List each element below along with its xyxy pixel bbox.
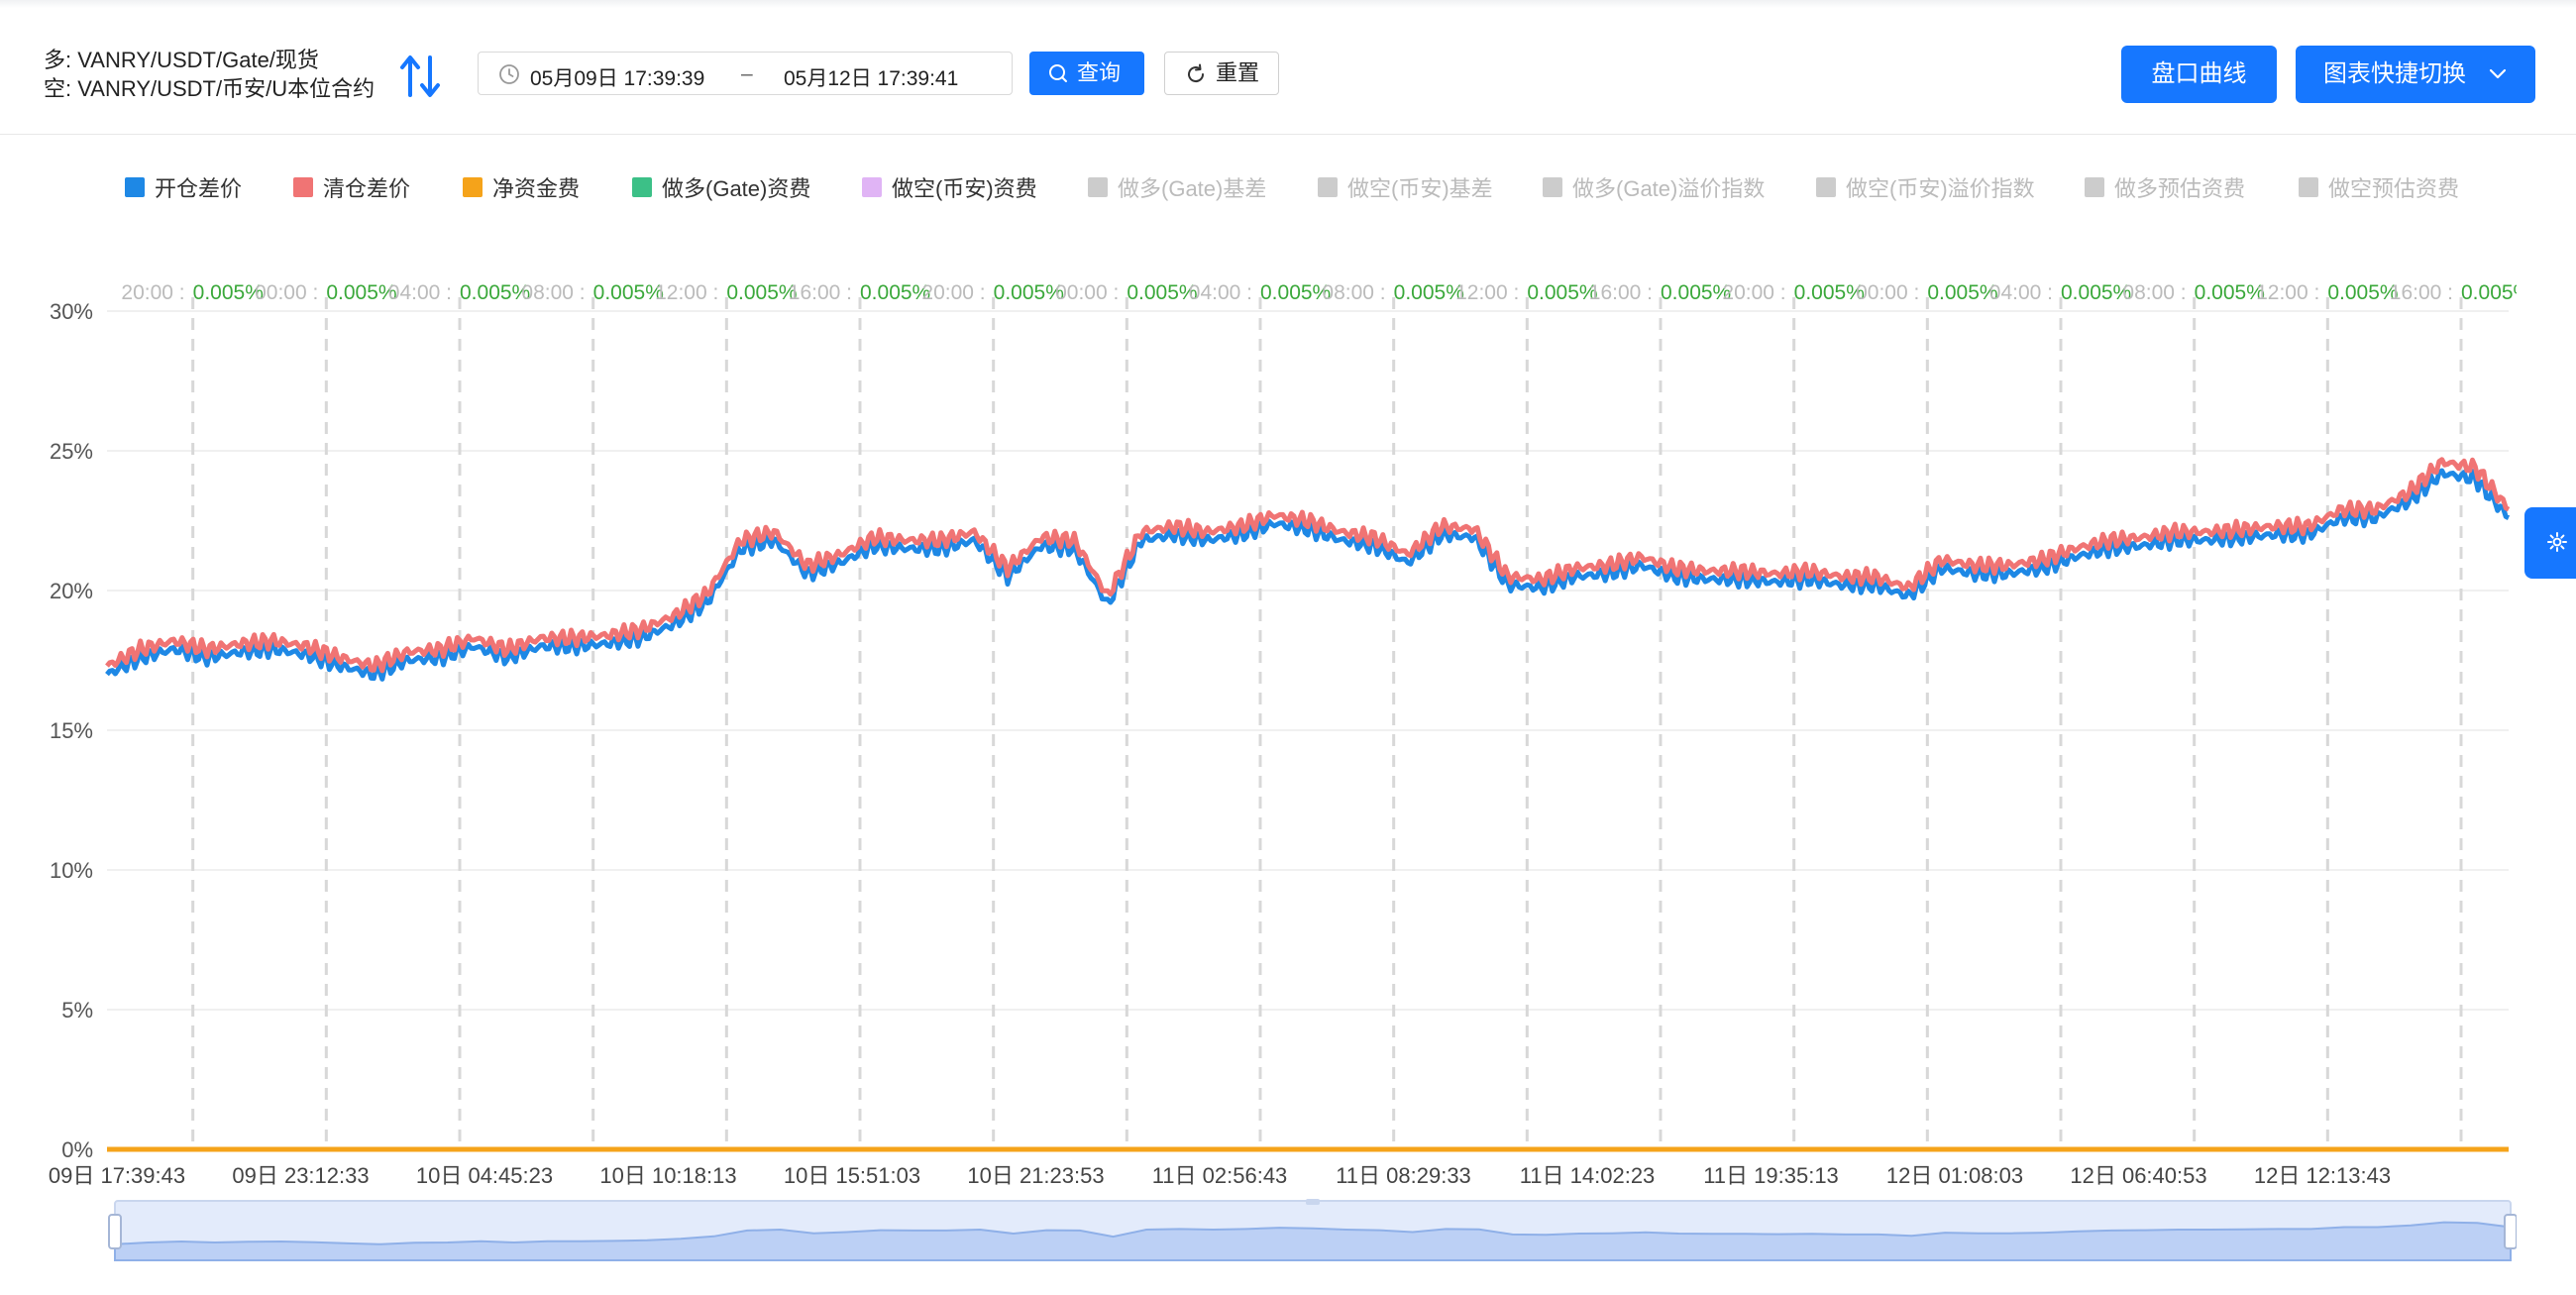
funding-time-label: 12:00 : — [655, 281, 718, 304]
funding-rate-label: 0.005% — [860, 281, 930, 304]
series-line — [105, 468, 2511, 682]
x-tick-label: 10日 15:51:03 — [784, 1163, 920, 1188]
funding-rate-label: 0.005% — [1661, 281, 1731, 304]
x-tick-label: 11日 14:02:23 — [1520, 1163, 1656, 1188]
funding-time-label: 00:00 : — [1055, 281, 1119, 304]
y-tick-label: 30% — [50, 299, 93, 324]
funding-time-label: 12:00 : — [2256, 281, 2319, 304]
x-tick-label: 12日 12:13:43 — [2254, 1163, 2391, 1188]
funding-rate-label: 0.005% — [460, 281, 530, 304]
y-tick-label: 20% — [50, 579, 93, 603]
funding-rate-label: 0.005% — [1527, 281, 1597, 304]
x-tick-label: 10日 21:23:53 — [967, 1163, 1104, 1188]
y-tick-label: 25% — [50, 439, 93, 464]
zoom-handle-left[interactable] — [108, 1214, 122, 1249]
funding-rate-label: 0.005% — [2195, 281, 2265, 304]
funding-time-label: 00:00 : — [1856, 281, 1919, 304]
x-tick-label: 11日 19:35:13 — [1703, 1163, 1839, 1188]
funding-rate-label: 0.005% — [326, 281, 396, 304]
y-tick-label: 5% — [61, 998, 93, 1023]
funding-time-label: 20:00 : — [121, 281, 184, 304]
x-tick-label: 10日 04:45:23 — [416, 1163, 553, 1188]
funding-rate-label: 0.005% — [2061, 281, 2131, 304]
chart: 0%5%10%15%20%25%30%20:00 : 0.005%00:00 :… — [49, 281, 2517, 1261]
funding-rate-label: 0.005% — [726, 281, 797, 304]
x-tick-label: 10日 10:18:13 — [599, 1163, 736, 1188]
zoom-handle-right[interactable] — [2504, 1214, 2517, 1249]
zoom-drag-handle[interactable] — [1306, 1199, 1320, 1205]
funding-time-label: 16:00 : — [789, 281, 852, 304]
x-tick-label: 11日 08:29:33 — [1336, 1163, 1471, 1188]
y-tick-label: 0% — [61, 1137, 93, 1162]
x-tick-label: 09日 23:12:33 — [232, 1163, 369, 1188]
funding-time-label: 20:00 : — [921, 281, 985, 304]
funding-time-label: 04:00 : — [1989, 281, 2053, 304]
funding-time-label: 08:00 : — [1322, 281, 1385, 304]
funding-rate-label: 0.005% — [593, 281, 664, 304]
funding-time-label: 04:00 : — [1189, 281, 1252, 304]
series-line — [105, 457, 2511, 674]
funding-time-label: 16:00 : — [2390, 281, 2453, 304]
funding-time-label: 00:00 : — [255, 281, 318, 304]
funding-time-label: 12:00 : — [1455, 281, 1519, 304]
gear-icon — [2547, 532, 2567, 552]
funding-time-label: 08:00 : — [521, 281, 585, 304]
funding-time-label: 20:00 : — [1722, 281, 1785, 304]
settings-tab[interactable] — [2524, 507, 2576, 579]
funding-rate-label: 0.005% — [1127, 281, 1197, 304]
funding-time-label: 16:00 : — [1589, 281, 1653, 304]
funding-time-label: 04:00 : — [388, 281, 452, 304]
y-tick-label: 10% — [50, 858, 93, 883]
y-tick-label: 15% — [50, 718, 93, 743]
funding-rate-label: 0.005% — [1394, 281, 1464, 304]
funding-time-label: 08:00 : — [2122, 281, 2186, 304]
x-tick-label: 09日 17:39:43 — [49, 1163, 185, 1188]
x-tick-label: 12日 01:08:03 — [1886, 1163, 2023, 1188]
funding-rate-label: 0.005% — [2461, 281, 2517, 304]
funding-rate-label: 0.005% — [1260, 281, 1331, 304]
x-tick-label: 11日 02:56:43 — [1152, 1163, 1288, 1188]
funding-rate-label: 0.005% — [994, 281, 1064, 304]
funding-rate-label: 0.005% — [1927, 281, 1997, 304]
x-tick-label: 12日 06:40:53 — [2070, 1163, 2206, 1188]
funding-rate-label: 0.005% — [193, 281, 264, 304]
funding-rate-label: 0.005% — [1794, 281, 1865, 304]
funding-rate-label: 0.005% — [2327, 281, 2398, 304]
